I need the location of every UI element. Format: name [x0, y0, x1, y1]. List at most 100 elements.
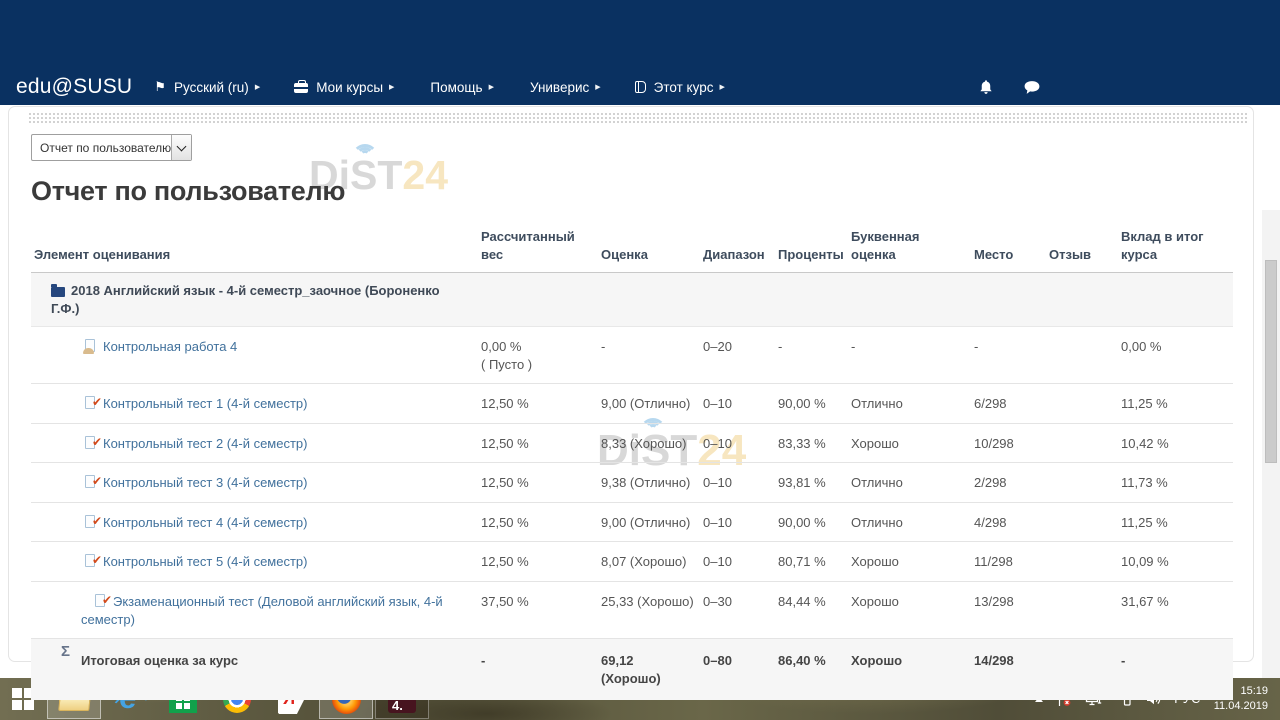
table-row: 2018 Английский язык - 4-й семестр_заочн…	[31, 273, 1233, 327]
table-row: ✔ Контрольный тест 2 (4-й семестр) 12,50 %…	[31, 424, 1233, 464]
col-header-rank: Место	[974, 217, 1049, 272]
grade-item-link[interactable]: Контрольный тест 5 (4-й семестр)	[103, 554, 307, 569]
notifications-bell-icon[interactable]	[978, 79, 994, 96]
cell-weight: 0,00 %( Пусто )	[481, 327, 601, 383]
grade-item-link[interactable]: Контрольный тест 3 (4-й семестр)	[103, 475, 307, 490]
cell-weight: 12,50 %	[481, 503, 601, 542]
quiz-icon: ✔	[83, 396, 97, 410]
cell-letter: Хорошо	[851, 639, 974, 700]
cell-range: 0–20	[703, 327, 778, 383]
messages-icon[interactable]	[1023, 80, 1041, 96]
table-row: ✔Экзаменационный тест (Деловой английски…	[31, 582, 1233, 639]
cell-percent	[778, 273, 851, 326]
grade-item-link[interactable]: Контрольный тест 4 (4-й семестр)	[103, 515, 307, 530]
site-header: edu@SUSU Русский (ru)▶ Мои курсы▶ Помощь▶ У…	[0, 0, 1280, 105]
caret-right-icon: ▶	[255, 83, 260, 91]
cell-percent: 93,81 %	[778, 463, 851, 502]
clock-date: 11.04.2019	[1214, 699, 1268, 714]
cell-item-name: 2018 Английский язык - 4-й семестр_заочн…	[31, 273, 481, 326]
cell-item-name: ✔Экзаменационный тест (Деловой английски…	[31, 582, 481, 638]
page-title: Отчет по пользователю	[31, 176, 1231, 207]
cell-range: 0–10	[703, 542, 778, 581]
cell-rank	[974, 273, 1049, 326]
nav-menu-label: Этот курс	[654, 80, 714, 95]
col-header-item: Элемент оценивания	[31, 217, 481, 272]
nav-menu-4[interactable]: Универис ▶	[528, 80, 601, 95]
cell-contribution	[1121, 273, 1233, 326]
grade-item-link[interactable]: Экзаменационный тест (Деловой английский…	[81, 594, 443, 627]
scrollbar-thumb[interactable]	[1265, 260, 1277, 463]
caret-right-icon: ▶	[595, 83, 600, 91]
screen: edu@SUSU Русский (ru)▶ Мои курсы▶ Помощь▶ У…	[0, 0, 1280, 720]
grade-item-link[interactable]: Контрольный тест 1 (4-й семестр)	[103, 396, 307, 411]
grade-item-link[interactable]: Контрольный тест 2 (4-й семестр)	[103, 436, 307, 451]
cell-contribution: 31,67 %	[1121, 582, 1233, 638]
table-row: Итоговая оценка за курс-69,12(Хорошо)0–8…	[31, 639, 1233, 700]
cell-rank: 4/298	[974, 503, 1049, 542]
cell-contribution: 11,73 %	[1121, 463, 1233, 502]
nav-menu-3[interactable]: Помощь▶	[428, 80, 494, 95]
cell-contribution: 11,25 %	[1121, 503, 1233, 542]
cell-feedback	[1049, 424, 1121, 463]
table-row: ✔Контрольный тест 4 (4-й семестр)12,50 %…	[31, 503, 1233, 543]
cell-weight: 12,50 %	[481, 542, 601, 581]
table-body: 2018 Английский язык - 4-й семестр_заочн…	[31, 273, 1233, 700]
cell-feedback	[1049, 639, 1121, 700]
report-type-select[interactable]: Отчет по пользователю	[31, 134, 192, 161]
cell-letter: Хорошо	[851, 582, 974, 638]
cell-grade: 9,38 (Отлично)	[601, 463, 703, 502]
grade-item-link[interactable]: Контрольная работа 4	[103, 339, 237, 354]
cell-feedback	[1049, 273, 1121, 326]
nav-menu-1[interactable]: Русский (ru)▶	[154, 79, 260, 95]
cell-letter: -	[851, 327, 974, 383]
cell-contribution: 11,25 %	[1121, 384, 1233, 423]
cell-percent: 90,00 %	[778, 503, 851, 542]
content-area: Отчет по пользователю Отчет по пользоват…	[0, 105, 1280, 678]
book-icon	[635, 81, 646, 93]
cell-percent: -	[778, 327, 851, 383]
site-logo[interactable]: edu@SUSU	[16, 75, 132, 99]
cell-grade: 8,07 (Хорошо)	[601, 542, 703, 581]
col-header-weight: Рассчитанный вес	[481, 217, 601, 272]
cell-rank: -	[974, 327, 1049, 383]
cell-letter: Отлично	[851, 384, 974, 423]
col-header-letter: Буквенная оценка	[851, 217, 974, 272]
cell-range: 0–10	[703, 503, 778, 542]
cell-letter: Отлично	[851, 503, 974, 542]
cell-rank: 6/298	[974, 384, 1049, 423]
select-arrow-box	[171, 135, 191, 160]
nav-menu-2[interactable]: Мои курсы▶	[294, 80, 394, 95]
report-type-value: Отчет по пользователю	[32, 141, 171, 155]
cell-percent: 86,40 %	[778, 639, 851, 700]
cell-item-name: ✔Контрольный тест 3 (4-й семестр)	[31, 463, 481, 502]
header-actions	[978, 79, 1041, 96]
cell-rank: 14/298	[974, 639, 1049, 700]
quiz-icon: ✔	[83, 436, 97, 450]
quiz-icon: ✔	[83, 554, 97, 568]
cell-letter: Хорошо	[851, 542, 974, 581]
signal-arcs-icon	[350, 140, 380, 156]
cell-item-name: ✔ Контрольный тест 1 (4-й семестр)	[31, 384, 481, 423]
table-row: ✔ Контрольный тест 5 (4-й семестр) 12,50 %…	[31, 542, 1233, 582]
cell-weight: 12,50 %	[481, 424, 601, 463]
table-row: ✔Контрольный тест 1 (4-й семестр)12,50 %…	[31, 384, 1233, 424]
report-card: Отчет по пользователю Отчет по пользоват…	[8, 106, 1254, 662]
cell-contribution: -	[1121, 639, 1233, 700]
nav-menu-5[interactable]: Этот курс▶	[635, 80, 725, 95]
cell-item-name: Контрольная работа 4	[31, 327, 481, 383]
cell-range: 0–10	[703, 463, 778, 502]
vertical-scrollbar[interactable]	[1262, 210, 1280, 720]
cell-feedback	[1049, 463, 1121, 502]
cell-grade	[601, 273, 703, 326]
chevron-down-icon	[177, 141, 187, 151]
cell-percent: 83,33 %	[778, 424, 851, 463]
cell-range: 0–10	[703, 424, 778, 463]
cell-grade: -	[601, 327, 703, 383]
caret-right-icon: ▶	[489, 83, 494, 91]
col-header-contribution: Вклад в итог курса	[1121, 217, 1233, 272]
cell-range	[703, 273, 778, 326]
col-header-range: Диапазон	[703, 217, 778, 272]
cell-grade: 69,12(Хорошо)	[601, 639, 703, 700]
cell-letter: Хорошо	[851, 424, 974, 463]
nav-menu-label: Универис	[530, 80, 589, 95]
